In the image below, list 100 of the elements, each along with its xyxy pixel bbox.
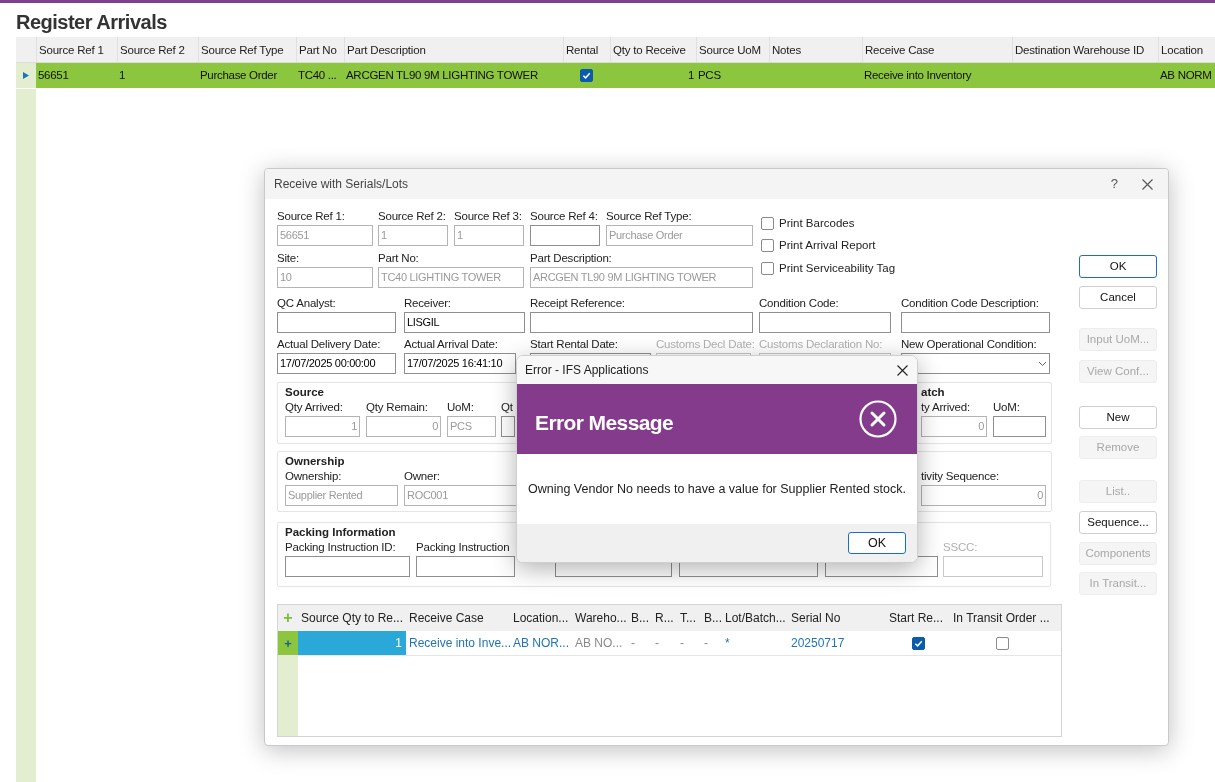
group-title: Packing Information [285,525,397,539]
chevron-icon [1038,360,1047,367]
field-label: Customs Declaration No: [759,337,884,351]
field-label: Actual Delivery Date: [277,337,382,351]
column-header[interactable]: Location [1158,37,1215,62]
error-message: Owning Vendor No needs to have a value for Supplier Rented stock. [528,480,906,498]
dialog-button[interactable]: Sequence... [1079,511,1157,534]
column-header[interactable]: Serial No [788,609,886,627]
input-field[interactable] [530,225,600,246]
close-icon[interactable] [897,364,908,376]
field-label: Customs Decl Date: [656,337,756,351]
field-label: Source Ref 4: [530,209,599,223]
field-label: ty Arrived: [921,400,971,414]
grid-row[interactable]: 56651 1 Purchase Order TC40 ... ARCGEN TL90 9M LIGHTING TOWER 1 PCS Receive into Inventory AB NORM [16,63,1215,88]
input-field[interactable] [501,416,515,437]
field-label: Start Rental Date: [530,337,619,351]
column-header[interactable]: Source Qty to Re... [298,609,406,627]
checkbox-label: Print Arrival Report [779,238,876,254]
input-field[interactable]: 17/07/2025 16:41:10 [404,353,516,374]
column-header[interactable]: B... [628,609,652,627]
table-cell-text: Receive into Inventory [864,67,972,83]
field-label: tivity Sequence: [921,469,1000,483]
table-link[interactable]: Receive into Inve... [409,634,512,652]
table-cell-text: - [631,635,635,652]
input-field[interactable] [901,312,1050,333]
field-label: UoM: [447,400,475,414]
dialog-button[interactable]: Cancel [1079,286,1157,309]
field-label: Packing Instruction ID: [285,540,397,554]
field-label: Part Description: [530,251,613,265]
column-header[interactable]: Source Ref Type [198,37,296,62]
checkbox[interactable] [761,239,774,253]
column-header[interactable]: Notes [769,37,862,62]
column-header[interactable]: Part No [296,37,344,62]
column-header[interactable]: Source UoM [696,37,769,62]
checkbox[interactable] [761,261,774,275]
dialog-title: Receive with Serials/Lots [274,176,409,193]
field-label: Condition Code: [759,296,840,310]
dialog-title: Error - IFS Applications [525,362,649,379]
table-cell-text: 1 [119,67,126,83]
column-header[interactable]: Part Description [344,37,563,62]
field-label: Qt [501,400,514,414]
column-header[interactable]: Source Ref 1 [36,37,117,62]
checkbox-label: Print Serviceability Tag [779,260,896,276]
field-label: Receipt Reference: [530,296,626,310]
table-cell-text: 56651 [38,67,69,83]
ok-button[interactable]: OK [848,532,906,554]
group-title: Ownership [285,454,346,468]
table-cell-text: AB NORM [1160,67,1212,83]
input-field[interactable] [759,312,891,333]
close-icon[interactable] [1142,178,1153,190]
column-header[interactable]: Receive Case [406,609,510,627]
dialog-button[interactable]: OK [1079,255,1157,278]
group-title: Source [285,385,325,399]
input-field[interactable] [277,312,396,333]
column-header[interactable]: Start Re... [886,609,950,627]
group-title: atch [921,385,946,399]
help-button[interactable]: ? [1110,174,1118,194]
field-label: Site: [277,251,300,265]
field-label: Ownership: [285,469,343,483]
field-label: Owner: [404,469,441,483]
column-header[interactable]: Location... [510,609,572,627]
field-label: Condition Code Description: [901,296,1040,310]
table-link[interactable]: * [725,634,730,652]
column-header[interactable]: B... [701,609,722,627]
input-field[interactable]: LISGIL [404,312,525,333]
dropdown-field[interactable] [901,353,1050,374]
column-header[interactable]: R... [652,609,677,627]
column-header[interactable]: Destination Warehouse ID [1012,37,1158,62]
table-cell-text: - [704,635,708,652]
error-icon [859,400,897,438]
input-field[interactable] [530,312,753,333]
column-header[interactable]: Rental [563,37,610,62]
row-marker: + [284,636,292,650]
column-header[interactable]: Lot/Batch... [722,609,788,627]
table-cell-text: TC40 ... [298,67,337,83]
input-field[interactable] [416,556,515,577]
field-label: Qty Remain: [366,400,429,414]
input-field[interactable] [993,416,1046,437]
input-field[interactable] [285,556,410,577]
page-title: Register Arrivals [16,10,167,35]
checkbox[interactable] [911,636,925,650]
table-cell-text: PCS [698,67,721,83]
rental-checkbox[interactable] [580,69,593,82]
input-field[interactable]: 17/07/2025 00:00:00 [277,353,396,374]
table-cell-text: ARCGEN TL90 9M LIGHTING TOWER [346,67,538,83]
field-label: Part No: [378,251,420,265]
column-header[interactable]: Receive Case [862,37,1012,62]
table-link[interactable]: 20250717 [791,634,845,652]
column-header[interactable]: In Transit Order ... [950,609,1054,627]
row-pointer-icon [23,72,29,79]
column-header[interactable]: T... [677,609,701,627]
checkbox[interactable] [761,217,774,231]
dialog-button[interactable]: New [1079,406,1157,429]
field-label: Source Ref 2: [378,209,447,223]
table-link[interactable]: AB NOR... [513,634,569,652]
column-header[interactable]: Wareho... [572,609,628,627]
checkbox[interactable] [995,636,1009,650]
column-header[interactable]: Source Ref 2 [117,37,198,62]
column-header[interactable]: Qty to Receive [610,37,696,62]
field-label: QC Analyst: [277,296,337,310]
